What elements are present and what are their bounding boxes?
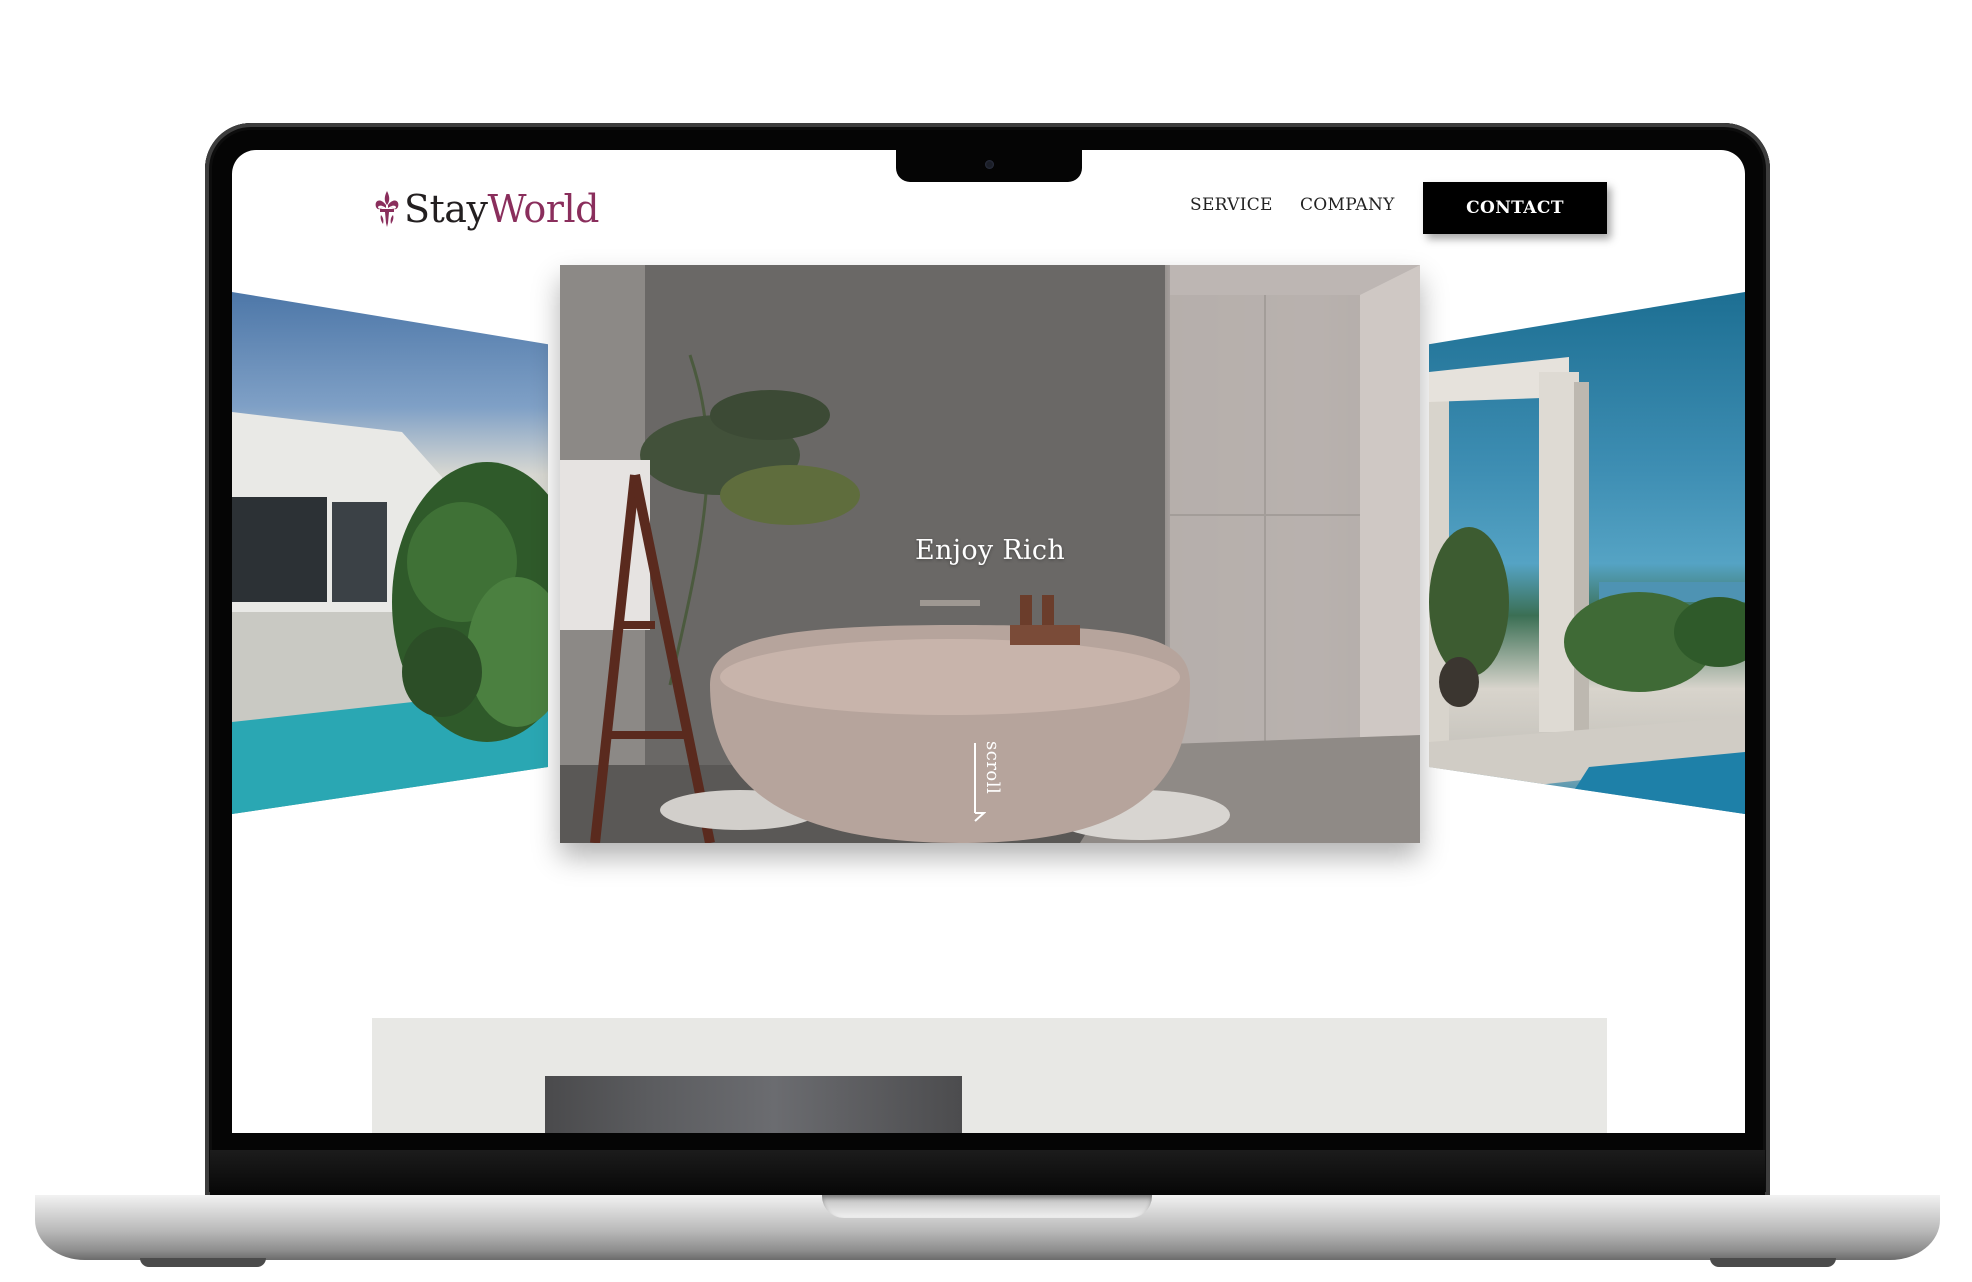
hero-title: Enjoy Rich — [914, 535, 1066, 566]
carousel-slide-right[interactable] — [1429, 292, 1745, 814]
camera-notch — [896, 150, 1082, 182]
laptop-opening-notch — [822, 1195, 1152, 1218]
carousel-slide-left[interactable] — [232, 292, 548, 814]
laptop-lid-bottom — [210, 1150, 1765, 1195]
laptop-screen: Stay World SERVICE COMPANY CONTACT Enjoy… — [232, 150, 1745, 1133]
carousel-slide-main[interactable]: Enjoy Rich scroll — [560, 265, 1420, 843]
house-pool-image — [232, 412, 548, 814]
fleur-de-lis-icon — [375, 191, 399, 227]
content-image — [545, 1076, 962, 1133]
contact-button[interactable]: CONTACT — [1423, 182, 1607, 234]
nav-link-service[interactable]: SERVICE — [1190, 195, 1273, 215]
laptop-foot-right — [1710, 1258, 1836, 1267]
brand-logo[interactable]: Stay World — [372, 186, 599, 232]
pool-villa-image — [1429, 357, 1745, 814]
brand-name-stay: Stay — [404, 187, 488, 231]
camera-icon — [985, 160, 994, 169]
nav-link-company[interactable]: COMPANY — [1300, 195, 1395, 215]
content-section — [372, 1018, 1607, 1133]
laptop-foot-left — [140, 1258, 266, 1267]
scroll-label: scroll — [982, 741, 1003, 795]
scroll-indicator[interactable]: scroll — [972, 741, 1012, 825]
brand-name-world: World — [487, 187, 599, 231]
